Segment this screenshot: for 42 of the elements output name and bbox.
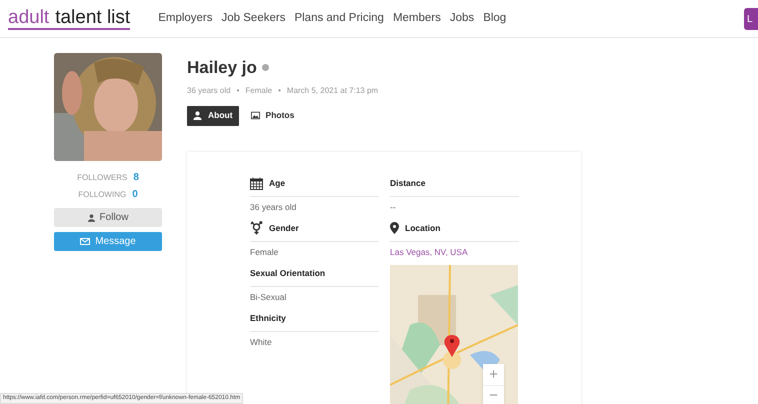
profile-meta: March 5, 2021 at 7:13 pm bbox=[286, 84, 378, 96]
field-value: -- bbox=[390, 200, 397, 214]
location-link[interactable]: Las Vegas, NV, USA bbox=[390, 242, 519, 262]
stat-count: 0 bbox=[132, 188, 138, 202]
profile-meta: Female bbox=[245, 84, 272, 96]
calendar-icon bbox=[250, 176, 263, 190]
nav-link[interactable]: Jobs bbox=[450, 10, 474, 28]
nav-link[interactable]: Plans and Pricing bbox=[294, 10, 384, 28]
logo-text: talent list bbox=[55, 8, 130, 26]
nav-link[interactable]: Blog bbox=[483, 10, 506, 28]
profile-meta: 36 years old bbox=[187, 84, 231, 96]
stat-label: FOLLOWERS bbox=[77, 172, 128, 184]
location-pin-icon bbox=[390, 222, 399, 234]
user-icon bbox=[88, 214, 95, 222]
tab[interactable]: About bbox=[187, 106, 239, 126]
separator-dot: • bbox=[278, 84, 281, 96]
user-icon bbox=[193, 111, 202, 120]
field-label: Age bbox=[269, 176, 286, 190]
nav-link[interactable]: Members bbox=[392, 10, 441, 28]
stat-count: 8 bbox=[133, 171, 139, 185]
image-icon bbox=[250, 112, 260, 120]
logo-text: adult bbox=[8, 8, 50, 26]
gender-icon bbox=[250, 221, 262, 235]
field-value: Bi-Sexual bbox=[250, 290, 288, 304]
field-label: Location bbox=[405, 222, 440, 234]
nav-link[interactable]: Job Seekers bbox=[222, 10, 286, 28]
login-button[interactable]: L bbox=[744, 8, 758, 30]
stat-label: FOLLOWING bbox=[78, 188, 126, 200]
logo[interactable]: adult talent list bbox=[8, 8, 130, 30]
field-value: White bbox=[250, 336, 273, 349]
field-label: Distance bbox=[390, 176, 426, 190]
tab[interactable]: Photos bbox=[244, 106, 300, 126]
field-value: 36 years old bbox=[250, 200, 298, 214]
envelope-icon bbox=[80, 238, 90, 245]
field-value: Female bbox=[250, 246, 280, 259]
field-label: Sexual Orientation bbox=[250, 266, 326, 280]
profile-name: Hailey jo bbox=[187, 57, 257, 79]
nav-link[interactable]: Employers bbox=[158, 10, 213, 28]
follow-button[interactable]: Follow bbox=[54, 208, 162, 227]
field-label: Ethnicity bbox=[250, 312, 286, 324]
field-label: Gender bbox=[269, 222, 299, 234]
separator-dot: • bbox=[236, 84, 240, 96]
